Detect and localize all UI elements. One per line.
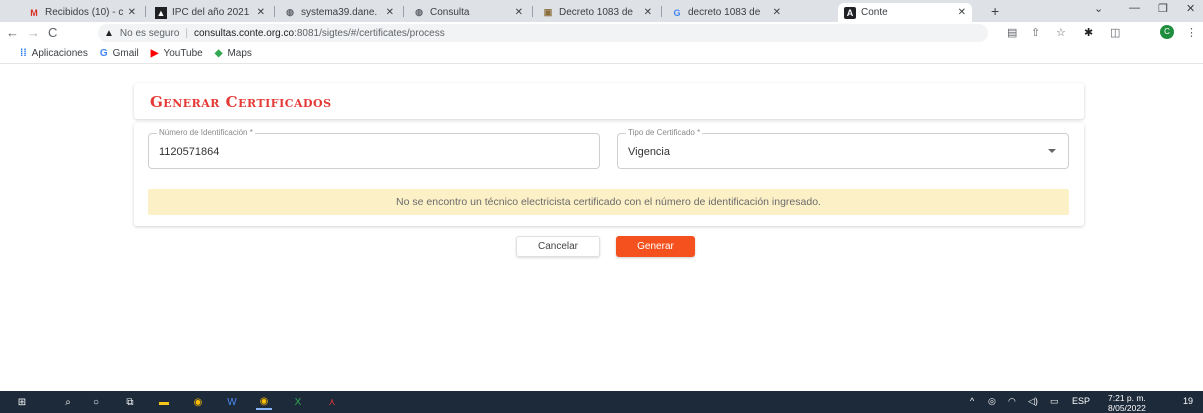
url-host: consultas.conte.org.co [194,27,295,39]
id-number-value: 1120571864 [159,146,220,158]
bookmark-label: Maps [227,48,252,59]
windows-taskbar: ⊞ ⌕ ○ ⧉ ▬ ◉ W ◉ X ⋏ ^ ◎ ◠ ◁) ▭ ESP 7:21 … [0,391,1203,413]
forward-arrow-icon[interactable]: → [27,25,40,40]
globe-icon: ◍ [415,7,423,17]
close-tab-icon[interactable]: ✕ [644,7,652,18]
tab-systema[interactable]: ◍ systema39.dane. ✕ [278,3,400,22]
tab-gmail[interactable]: M Recibidos (10) - c ✕ [22,3,142,22]
dane-icon: ▲ [155,6,167,19]
google-icon: G [99,48,108,59]
warning-triangle-icon[interactable]: ▲ [104,28,114,39]
side-panel-icon[interactable]: ◫ [1110,26,1120,39]
form-card: Número de Identificación * 1120571864 Ti… [134,123,1084,226]
tab-conte[interactable]: A Conte ✕ [838,3,972,22]
close-tab-icon[interactable]: ✕ [515,7,523,18]
id-number-field[interactable]: Número de Identificación * 1120571864 [148,128,600,169]
globe-icon: ◍ [286,7,294,17]
chrome-active-icon[interactable]: ◉ [256,394,272,410]
back-arrow-icon[interactable]: ← [6,25,19,40]
bookmark-label: Aplicaciones [31,48,88,59]
new-tab-button[interactable]: + [991,3,999,19]
header-card: Generar Certificados [134,83,1084,119]
security-status: No es seguro [119,27,180,39]
tab-title: Decreto 1083 de [559,7,633,18]
clock-time: 7:21 p. m. [1108,393,1146,403]
generate-button[interactable]: Generar [616,236,695,257]
tray-expand-icon[interactable]: ^ [970,396,974,406]
tab-title: Recibidos (10) - c [45,7,124,18]
menu-icon[interactable]: ⋮ [1186,26,1197,39]
wifi-icon[interactable]: ◠ [1008,396,1016,407]
maps-icon: ◆ [214,48,223,59]
youtube-icon: ▶ [150,48,159,59]
close-tab-icon[interactable]: ✕ [773,7,781,18]
file-explorer-icon[interactable]: ▬ [156,394,172,410]
close-tab-icon[interactable]: ✕ [386,7,394,18]
page-title: Generar Certificados [150,93,332,111]
tab-ipc[interactable]: ▲ IPC del año 2021 ✕ [149,3,271,22]
close-window-icon[interactable]: ✕ [1186,2,1195,15]
tab-search-icon[interactable]: ⌄ [1094,2,1103,15]
translate-icon[interactable]: ▤ [1007,26,1017,39]
certificate-type-label: Tipo de Certificado * [626,128,703,137]
windows-start-icon[interactable]: ⊞ [14,394,30,410]
volume-icon[interactable]: ◁) [1028,396,1038,407]
id-number-label: Número de Identificación * [157,128,255,137]
search-icon[interactable]: ⌕ [60,394,76,410]
tab-decreto[interactable]: ▣ Decreto 1083 de ✕ [536,3,658,22]
cancel-button[interactable]: Cancelar [516,236,600,257]
close-tab-icon[interactable]: ✕ [257,7,265,18]
tab-title: systema39.dane. [301,7,378,18]
tab-strip: M Recibidos (10) - c ✕ ▲ IPC del año 202… [0,0,1203,22]
excel-icon[interactable]: X [290,394,306,410]
tab-title: Consulta [430,7,470,18]
close-tab-icon[interactable]: ✕ [128,7,136,18]
share-icon[interactable]: ⇧ [1031,26,1040,39]
bookmark-gmail[interactable]: G Gmail [100,48,139,59]
bookmark-maps[interactable]: ◆ Maps [215,48,252,59]
word-icon[interactable]: W [224,394,240,410]
angular-icon: A [844,6,856,19]
certificate-type-value: Vigencia [628,146,670,158]
not-found-alert: No se encontro un técnico electricista c… [148,189,1069,215]
close-tab-icon[interactable]: ✕ [958,7,966,18]
task-view-icon[interactable]: ⧉ [122,394,138,410]
google-icon: G [673,7,681,18]
battery-icon[interactable]: ▭ [1050,396,1059,407]
restore-icon[interactable]: ❐ [1158,2,1168,15]
apps-grid-icon: ⁞⁞ [20,48,27,59]
minimize-icon[interactable]: — [1129,2,1140,14]
language-indicator[interactable]: ESP [1072,396,1090,406]
network-icon[interactable]: ◎ [988,396,996,407]
notification-count[interactable]: 19 [1183,396,1193,406]
bookmarks-bar: ⁞⁞ Aplicaciones G Gmail ▶ YouTube ◆ Maps [0,44,1203,64]
gmail-icon: M [30,7,38,18]
address-bar[interactable]: ▲ No es seguro | consultas.conte.org.co … [98,24,988,42]
cortana-icon[interactable]: ○ [88,394,104,410]
document-icon: ▣ [543,7,553,17]
tab-title: Conte [861,7,888,18]
certificate-type-select[interactable]: Tipo de Certificado * Vigencia [617,128,1069,169]
profile-avatar[interactable]: C [1160,25,1174,39]
chrome-icon[interactable]: ◉ [190,394,206,410]
chevron-down-icon[interactable] [1048,149,1056,153]
tab-google-search[interactable]: G decreto 1083 de ✕ [665,3,787,22]
tab-consulta[interactable]: ◍ Consulta ✕ [407,3,529,22]
bookmark-label: YouTube [163,48,203,59]
divider: | [185,27,188,39]
bookmark-aplicaciones[interactable]: ⁞⁞ Aplicaciones [20,48,88,59]
acrobat-icon[interactable]: ⋏ [324,394,340,410]
page-content: Generar Certificados Número de Identific… [0,64,1203,391]
extensions-icon[interactable]: ✱ [1084,26,1093,39]
bookmark-star-icon[interactable]: ☆ [1056,26,1066,39]
url-path: :8081/sigtes/#/certificates/process [294,27,445,39]
clock-date: 8/05/2022 [1108,403,1146,413]
tab-title: decreto 1083 de [688,7,761,18]
bookmark-label: Gmail [112,48,139,59]
clock[interactable]: 7:21 p. m. 8/05/2022 [1108,393,1146,413]
tab-title: IPC del año 2021 [172,7,250,18]
reload-icon[interactable]: C [48,25,57,40]
bookmark-youtube[interactable]: ▶ YouTube [151,48,203,59]
browser-toolbar: ← → C ▲ No es seguro | consultas.conte.o… [0,22,1203,44]
